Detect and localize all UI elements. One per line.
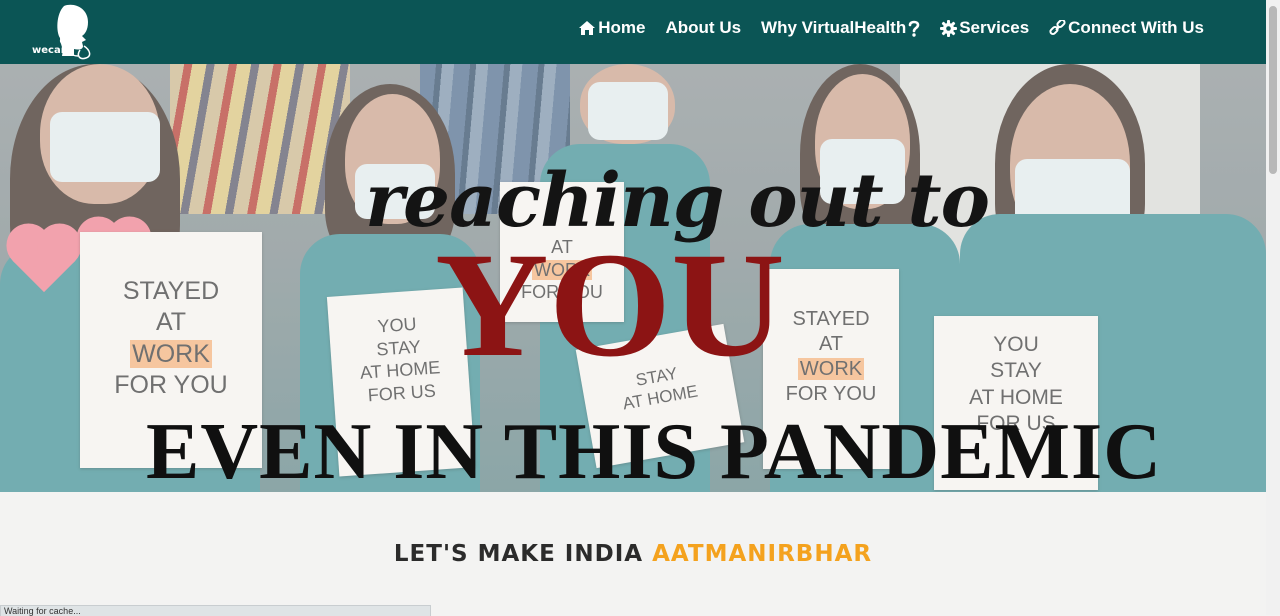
browser-status-bar: Waiting for cache...: [0, 605, 431, 616]
nav-about-us-label: About Us: [665, 18, 742, 37]
gear-icon: [940, 19, 958, 37]
section-title-prefix: LET'S MAKE INDIA: [393, 541, 653, 567]
hero-headline-you: YOU: [434, 222, 785, 388]
hero-banner: STAYED AT WORK FOR YOU YOU STAY AT HOME …: [0, 64, 1266, 492]
wecare-logo[interactable]: wecare: [30, 2, 96, 60]
main-nav: Home About Us Why VirtualHealth Services…: [578, 18, 1204, 38]
nav-home[interactable]: Home: [578, 18, 646, 38]
section-title: LET'S MAKE INDIA AATMANIRBHAR: [0, 541, 1266, 567]
nav-about-us[interactable]: About Us: [666, 18, 742, 38]
home-icon: [579, 21, 596, 35]
section-title-accent: AATMANIRBHAR: [652, 541, 873, 567]
navbar: wecare Home About Us Why VirtualHealth S…: [0, 0, 1266, 64]
scrollbar-thumb[interactable]: [1269, 6, 1277, 174]
nav-services-label: Services: [959, 18, 1030, 37]
hero-headline-pandemic: EVEN IN THIS PANDEMIC: [146, 408, 1162, 492]
page-scrollbar[interactable]: [1266, 0, 1280, 615]
question-icon: [908, 20, 920, 37]
link-icon: [1049, 19, 1066, 35]
nav-connect-with-us-label: Connect With Us: [1068, 18, 1204, 37]
nav-services[interactable]: Services: [940, 18, 1029, 38]
brand-name: wecare: [32, 45, 73, 56]
nav-why-virtualhealth[interactable]: Why VirtualHealth: [761, 18, 920, 38]
nav-why-virtualhealth-label: Why VirtualHealth: [761, 18, 907, 37]
nav-home-label: Home: [598, 18, 646, 37]
nav-connect-with-us[interactable]: Connect With Us: [1049, 18, 1204, 38]
